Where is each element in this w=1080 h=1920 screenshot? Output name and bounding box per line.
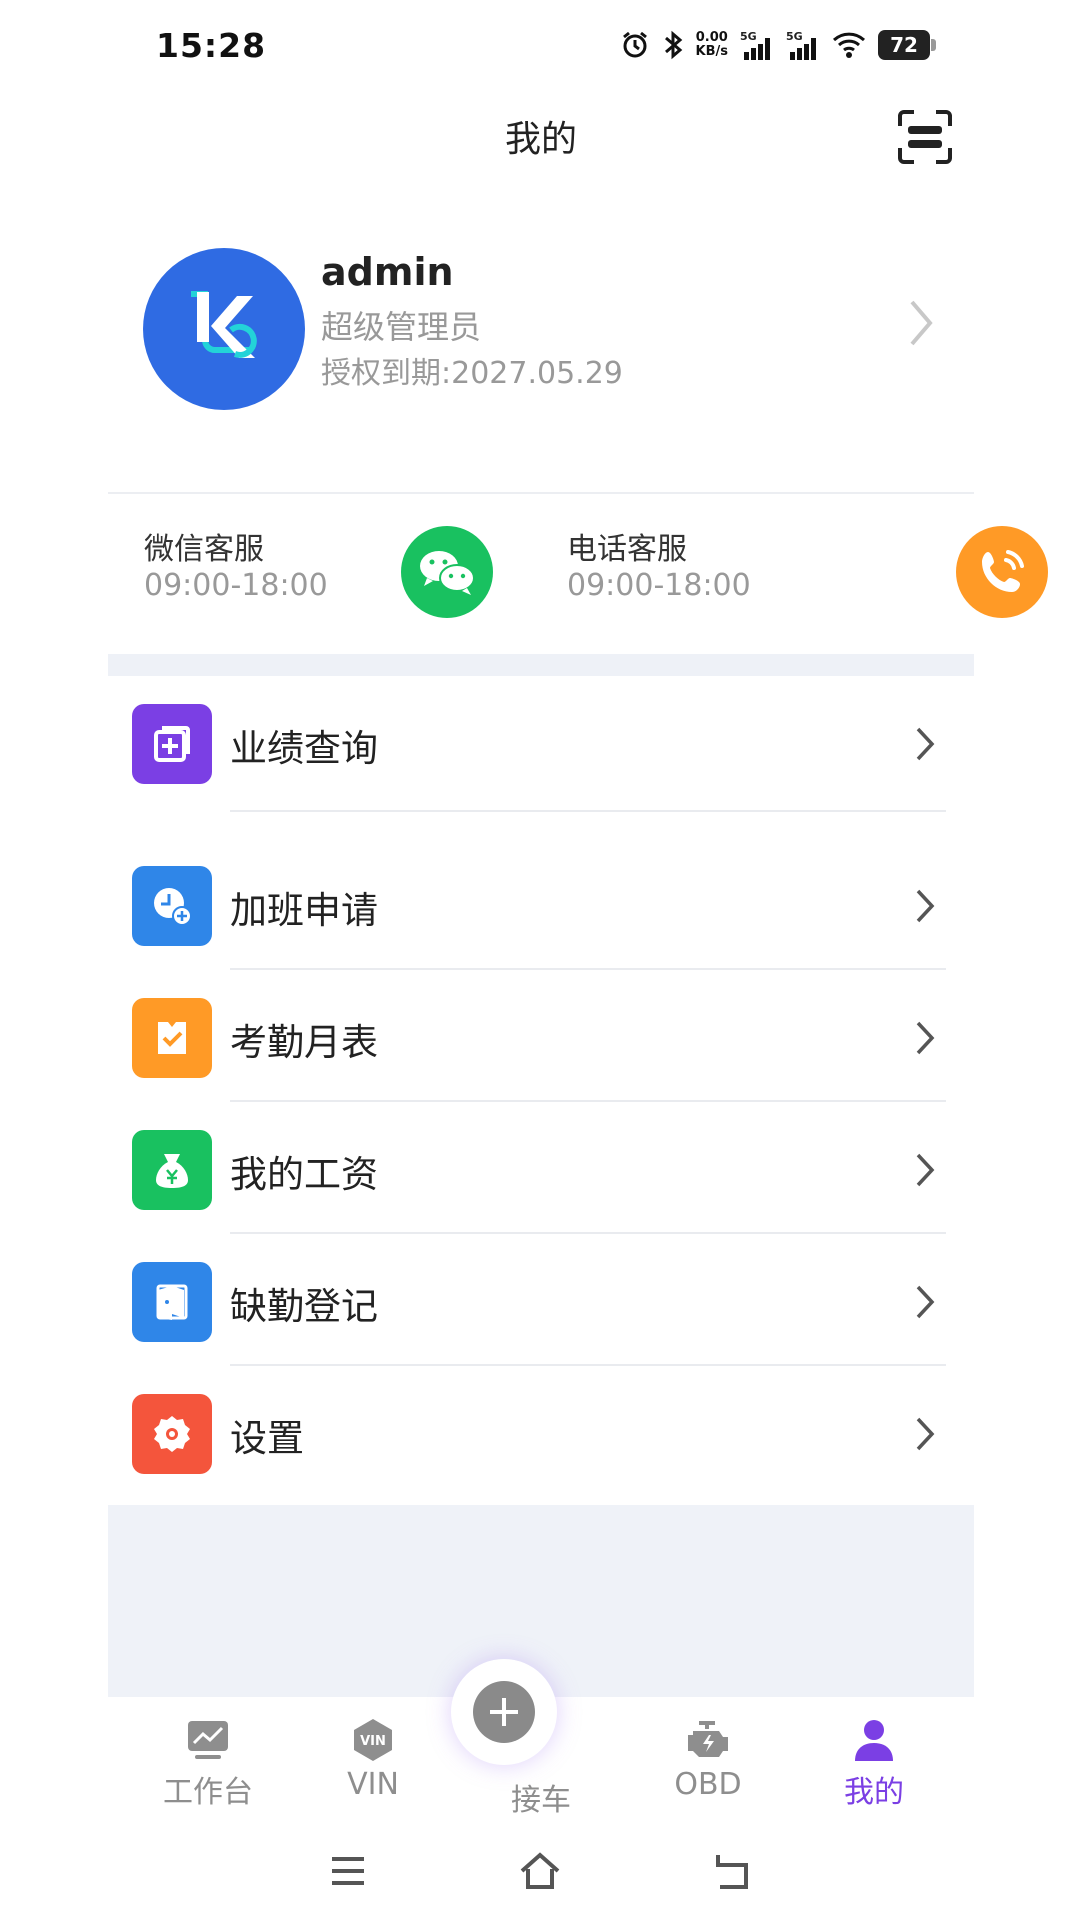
battery-icon: 72 (878, 28, 936, 62)
chevron-right-icon (916, 1285, 935, 1319)
chevron-right-icon (916, 1021, 935, 1055)
menu-item-label: 加班申请 (230, 889, 378, 932)
username: admin (321, 250, 454, 294)
menu-item-performance[interactable]: 业绩查询 (108, 676, 974, 812)
phone-service[interactable]: 电话客服 09:00-18:00 (541, 494, 1048, 654)
tab-dashboard[interactable]: 工作台 (138, 1697, 278, 1827)
menu-item-salary[interactable]: 我的工资 (108, 1102, 974, 1234)
net-speed: 0.00 KB/s (695, 30, 728, 59)
tab-label: OBD (674, 1767, 742, 1802)
wifi-icon (832, 28, 866, 62)
settings-icon (132, 1394, 212, 1474)
bluetooth-icon (662, 28, 684, 62)
status-bar: 15:28 0.00 KB/s 5G 5G 72 (0, 0, 1080, 90)
tab-obd[interactable]: OBD (638, 1697, 778, 1827)
header: 我的 (108, 90, 974, 190)
wechat-icon[interactable] (401, 526, 493, 618)
dashboard-icon (188, 1721, 228, 1759)
svg-text:VIN: VIN (360, 1734, 386, 1749)
menu-item-attendance[interactable]: 考勤月表 (108, 970, 974, 1102)
engine-icon (688, 1721, 728, 1757)
chevron-right-icon (916, 889, 935, 923)
menu-item-overtime[interactable]: 加班申请 (108, 838, 974, 970)
tab-label: VIN (347, 1767, 399, 1802)
tab-label: 我的 (844, 1775, 904, 1810)
add-icon[interactable] (451, 1659, 557, 1765)
menu-icon[interactable] (326, 1849, 370, 1893)
wechat-service-label: 微信客服 (144, 532, 264, 567)
menu-item-settings[interactable]: 设置 (108, 1366, 974, 1498)
tab-vin[interactable]: VIN VIN (303, 1697, 443, 1827)
chevron-right-icon (916, 727, 935, 761)
tab-check-in[interactable]: 接车 (451, 1659, 611, 1827)
phone-service-hours: 09:00-18:00 (567, 568, 751, 603)
section-gap (108, 654, 974, 676)
user-role: 超级管理员 (321, 308, 482, 346)
menu-item-label: 缺勤登记 (230, 1285, 378, 1328)
salary-icon (132, 1130, 212, 1210)
tab-bar: 工作台 VIN VIN 接车 OBD 我的 (108, 1659, 974, 1827)
status-time: 15:28 (156, 26, 267, 65)
signal-icon: 5G (740, 28, 774, 62)
vin-icon: VIN (354, 1719, 392, 1761)
menu-item-label: 考勤月表 (230, 1021, 378, 1064)
attendance-icon (132, 998, 212, 1078)
license-expiry: 授权到期:2027.05.29 (321, 356, 623, 391)
customer-service: 微信客服 09:00-18:00 电话客服 09:00-18:00 (108, 494, 1048, 654)
phone-service-label: 电话客服 (567, 532, 687, 567)
alarm-icon (620, 28, 650, 62)
system-nav-bar (0, 1827, 1080, 1920)
menu-item-absence[interactable]: 缺勤登记 (108, 1234, 974, 1366)
tab-label: 工作台 (163, 1775, 253, 1810)
signal-icon-2: 5G (786, 28, 820, 62)
avatar (143, 248, 305, 410)
page-title: 我的 (504, 119, 577, 160)
home-icon[interactable] (518, 1849, 562, 1893)
menu-item-label: 设置 (230, 1417, 304, 1460)
back-icon[interactable] (710, 1849, 754, 1893)
chevron-right-icon (916, 1153, 935, 1187)
status-icons: 0.00 KB/s 5G 5G 72 (620, 28, 936, 62)
menu-item-label: 我的工资 (230, 1153, 378, 1196)
scan-icon[interactable] (896, 108, 954, 166)
performance-icon (132, 704, 212, 784)
wechat-service[interactable]: 微信客服 09:00-18:00 (108, 494, 541, 654)
overtime-icon (132, 866, 212, 946)
menu-divider (230, 810, 946, 812)
tab-mine[interactable]: 我的 (804, 1697, 944, 1827)
absence-icon (132, 1262, 212, 1342)
phone-icon[interactable] (956, 526, 1048, 618)
chevron-right-icon (910, 300, 933, 346)
logo-icon (191, 291, 257, 358)
empty-area (108, 1505, 974, 1697)
profile-card[interactable]: admin 超级管理员 授权到期:2027.05.29 (108, 230, 974, 430)
user-icon (855, 1720, 893, 1761)
menu-item-label: 业绩查询 (230, 727, 378, 770)
wechat-service-hours: 09:00-18:00 (144, 568, 328, 603)
tab-label: 接车 (511, 1783, 571, 1818)
chevron-right-icon (916, 1417, 935, 1451)
